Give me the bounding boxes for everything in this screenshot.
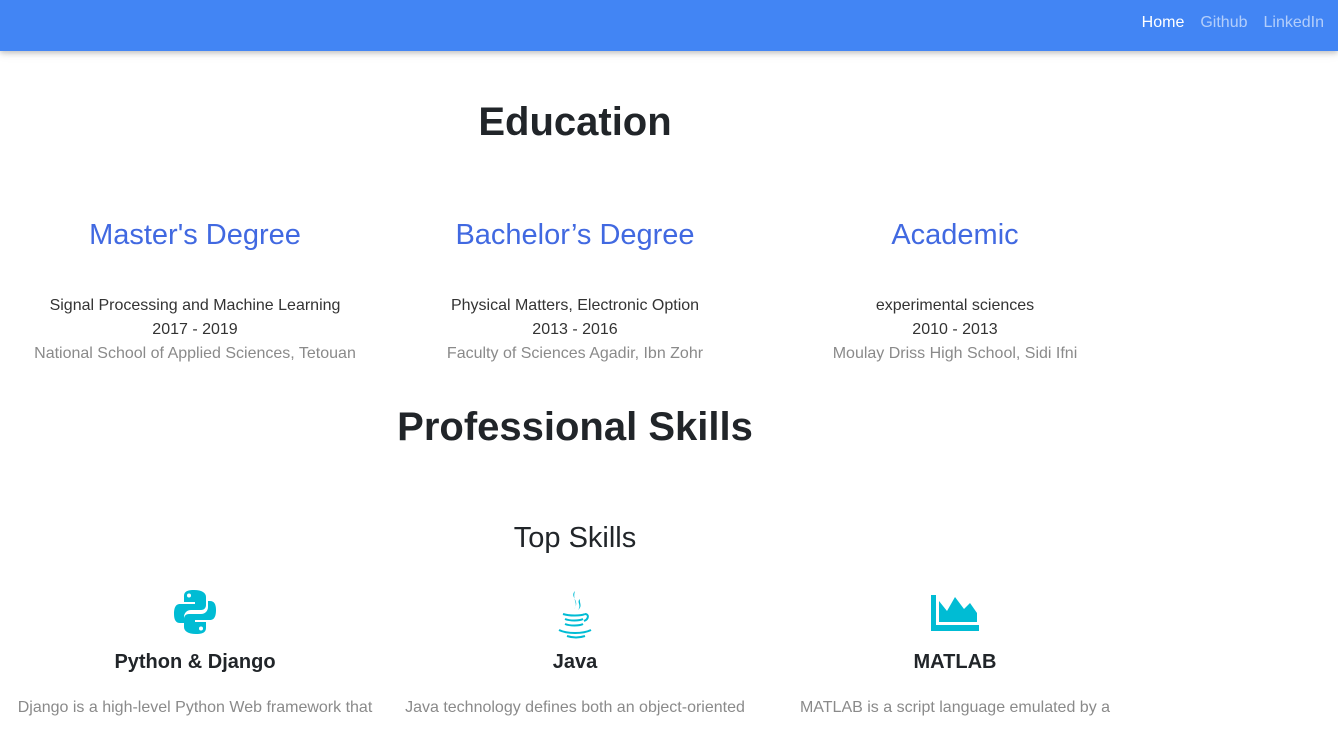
skill-description: MATLAB is a script language emulated by … xyxy=(799,699,1111,716)
python-icon xyxy=(174,590,216,634)
java-icon xyxy=(558,591,592,639)
degree-title: Master's Degree xyxy=(89,219,301,251)
education-item-academic: Academic experimental sciences 2010 - 20… xyxy=(765,221,1145,366)
degree-field: experimental sciences xyxy=(875,297,1035,314)
nav-link-github[interactable]: Github xyxy=(1200,14,1247,32)
navbar: Home Github LinkedIn xyxy=(0,0,1338,51)
degree-field: Signal Processing and Machine Learning xyxy=(49,297,341,314)
skill-item-matlab: MATLAB MATLAB is a script language emula… xyxy=(765,589,1145,720)
degree-years: 2010 - 2013 xyxy=(912,321,998,338)
nav-link-home[interactable]: Home xyxy=(1142,14,1185,32)
skill-item-java: Java Java technology defines both an obj… xyxy=(385,589,765,720)
skill-name: MATLAB xyxy=(913,651,997,673)
nav-link-linkedin[interactable]: LinkedIn xyxy=(1264,14,1325,32)
skills-title: Professional Skills xyxy=(397,405,753,449)
degree-school: Faculty of Sciences Agadir, Ibn Zohr xyxy=(446,345,704,362)
degree-years: 2017 - 2019 xyxy=(152,321,238,338)
degree-title: Academic xyxy=(891,219,1019,251)
nav-links: Home Github LinkedIn xyxy=(1126,0,1324,46)
education-title: Education xyxy=(478,100,672,144)
education-item-bachelors: Bachelor’s Degree Physical Matters, Elec… xyxy=(385,221,765,366)
degree-school: Moulay Driss High School, Sidi Ifni xyxy=(832,345,1078,362)
education-item-masters: Master's Degree Signal Processing and Ma… xyxy=(5,221,385,366)
degree-years: 2013 - 2016 xyxy=(532,321,618,338)
skill-description: Django is a high-level Python Web framew… xyxy=(17,699,373,716)
skill-name: Java xyxy=(552,651,598,673)
skill-description: Java technology defines both an object-o… xyxy=(405,699,745,716)
skills-subtitle: Top Skills xyxy=(513,522,637,554)
degree-field: Physical Matters, Electronic Option xyxy=(450,297,700,314)
degree-title: Bachelor’s Degree xyxy=(455,219,695,251)
skill-name: Python & Django xyxy=(114,651,276,673)
area-chart-icon xyxy=(931,595,979,631)
degree-school: National School of Applied Sciences, Tet… xyxy=(34,345,356,362)
skill-item-python: Python & Django Django is a high-level P… xyxy=(5,589,385,720)
